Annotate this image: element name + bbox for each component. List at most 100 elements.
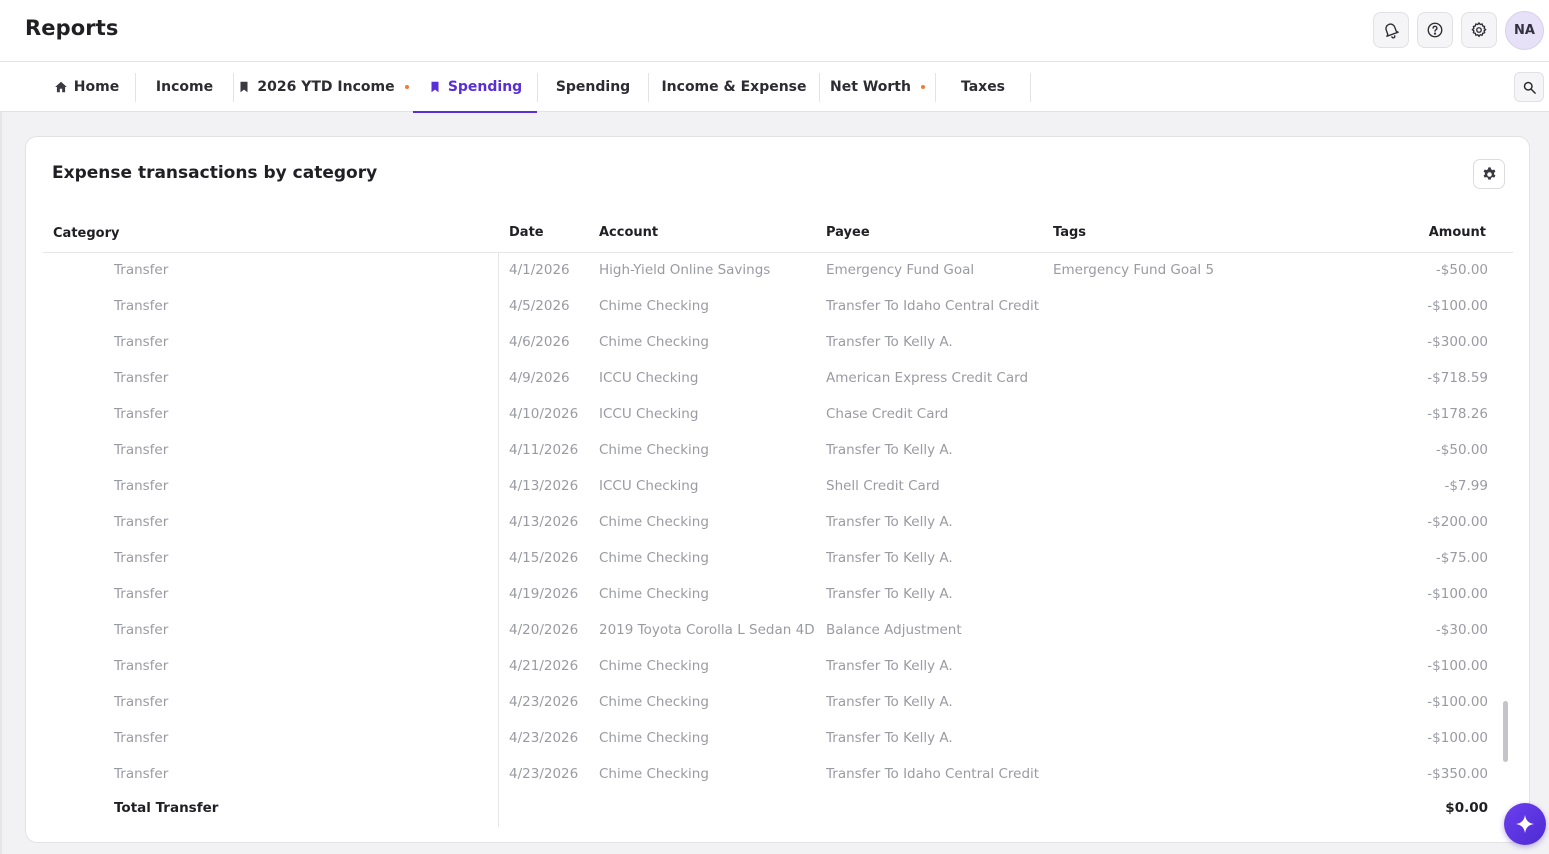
cell-amount: -$30.00 — [1435, 622, 1488, 638]
cell-account: Chime Checking — [599, 658, 709, 674]
cell-category: Transfer — [114, 730, 169, 746]
cell-account: Chime Checking — [599, 442, 709, 458]
report-tabs: Home Income 2026 YTD Income Spending Spe… — [0, 62, 1549, 113]
cell-category: Transfer — [114, 514, 169, 530]
column-header-amount[interactable]: Amount — [1429, 225, 1486, 240]
cell-payee: Transfer To Kelly A. — [826, 658, 953, 674]
table-row[interactable]: Transfer 4/23/2026 Chime Checking Transfer … — [26, 685, 1529, 721]
table-scrollbar[interactable] — [1501, 253, 1511, 765]
total-row: Total Transfer $0.00 — [26, 797, 1529, 823]
cell-payee: Transfer To Kelly A. — [826, 442, 953, 458]
cell-payee: Transfer To Idaho Central Credit U — [826, 298, 1044, 314]
table-row[interactable]: Transfer 4/23/2026 Chime Checking Transfer … — [26, 721, 1529, 757]
assistant-button[interactable] — [1504, 803, 1546, 845]
user-avatar[interactable]: NA — [1505, 11, 1544, 50]
tab-spending-saved[interactable]: Spending — [413, 62, 537, 113]
cell-date: 4/19/2026 — [509, 586, 579, 602]
cell-payee: American Express Credit Card — [826, 370, 1029, 386]
table-row[interactable]: Transfer 4/23/2026 Chime Checking Transfer … — [26, 757, 1529, 793]
unsaved-dot — [920, 85, 925, 89]
help-button[interactable] — [1417, 12, 1453, 48]
table-row[interactable]: Transfer 4/6/2026 Chime Checking Transfer T… — [26, 325, 1529, 361]
cell-category: Transfer — [114, 478, 169, 494]
cell-amount: -$178.26 — [1427, 406, 1488, 422]
sparkle-icon — [1515, 814, 1535, 834]
tab-label: Spending — [447, 79, 523, 95]
cell-date: 4/1/2026 — [509, 262, 570, 278]
cell-category: Transfer — [114, 442, 169, 458]
card-title: Expense transactions by category — [52, 163, 378, 183]
cell-payee: Transfer To Kelly A. — [826, 586, 953, 602]
cell-payee: Emergency Fund Goal — [826, 262, 975, 278]
cell-category: Transfer — [114, 550, 169, 566]
table-row[interactable]: Transfer 4/11/2026 Chime Checking Transfer … — [26, 433, 1529, 469]
table-row[interactable]: Transfer 4/13/2026 Chime Checking Transfer … — [26, 505, 1529, 541]
tab-income-expense[interactable]: Income & Expense — [649, 62, 819, 112]
settings-button[interactable] — [1461, 12, 1497, 48]
tab-taxes[interactable]: Taxes — [936, 62, 1030, 112]
cell-amount: -$50.00 — [1435, 442, 1488, 458]
column-header-tags[interactable]: Tags — [1053, 225, 1086, 240]
cell-payee: Transfer To Kelly A. — [826, 730, 953, 746]
table-row[interactable]: Transfer 4/1/2026 High-Yield Online Saving… — [26, 253, 1529, 289]
total-label: Total Transfer — [114, 800, 219, 816]
tab-net-worth[interactable]: Net Worth — [820, 62, 935, 112]
cell-amount: -$718.59 — [1427, 370, 1488, 386]
tab-income[interactable]: Income — [136, 62, 233, 112]
cell-amount: -$200.00 — [1427, 514, 1488, 530]
table-row[interactable]: Transfer 4/9/2026 ICCU Checking American Ex… — [26, 361, 1529, 397]
cell-account: Chime Checking — [599, 298, 709, 314]
cell-amount: -$100.00 — [1427, 586, 1488, 602]
table-row[interactable]: Transfer 4/10/2026 ICCU Checking Chase Cred… — [26, 397, 1529, 433]
cell-amount: -$7.99 — [1444, 478, 1488, 494]
cell-date: 4/5/2026 — [509, 298, 570, 314]
cell-category: Transfer — [114, 622, 169, 638]
column-header-account[interactable]: Account — [599, 225, 658, 240]
table-scrollbar-thumb[interactable] — [1503, 701, 1508, 762]
cell-date: 4/13/2026 — [509, 514, 579, 530]
cell-category: Transfer — [114, 406, 169, 422]
cell-account: Chime Checking — [599, 334, 709, 350]
tab-home[interactable]: Home — [38, 62, 135, 112]
table-row[interactable]: Transfer 4/5/2026 Chime Checking Transfer T… — [26, 289, 1529, 325]
page-title: Reports — [25, 16, 119, 40]
total-amount: $0.00 — [1445, 800, 1488, 816]
search-tabs-button[interactable] — [1514, 72, 1544, 102]
cell-date: 4/6/2026 — [509, 334, 570, 350]
cell-payee: Transfer To Kelly A. — [826, 550, 953, 566]
tab-spending[interactable]: Spending — [538, 62, 648, 112]
tab-label: 2026 YTD Income — [257, 79, 395, 95]
cell-account: ICCU Checking — [599, 370, 699, 386]
cell-date: 4/20/2026 — [509, 622, 579, 638]
cell-date: 4/23/2026 — [509, 766, 579, 782]
column-header-payee[interactable]: Payee — [826, 225, 870, 240]
column-header-category[interactable]: Category — [53, 226, 119, 241]
cell-amount: -$75.00 — [1435, 550, 1488, 566]
notifications-button[interactable] — [1373, 12, 1409, 48]
table-row[interactable]: Transfer 4/13/2026 ICCU Checking Shell Cred… — [26, 469, 1529, 505]
cell-category: Transfer — [114, 658, 169, 674]
cell-payee: Chase Credit Card — [826, 406, 949, 422]
cell-payee: Shell Credit Card — [826, 478, 940, 494]
cell-account: ICCU Checking — [599, 478, 699, 494]
tab-2026-ytd-income[interactable]: 2026 YTD Income — [234, 62, 412, 112]
table-row[interactable]: Transfer 4/15/2026 Chime Checking Transfer … — [26, 541, 1529, 577]
table-row[interactable]: Transfer 4/21/2026 Chime Checking Transfer … — [26, 649, 1529, 685]
cell-account: High-Yield Online Savings — [599, 262, 771, 278]
cell-date: 4/21/2026 — [509, 658, 579, 674]
cell-date: 4/10/2026 — [509, 406, 579, 422]
cell-date: 4/13/2026 — [509, 478, 579, 494]
cell-account: Chime Checking — [599, 766, 709, 782]
cell-payee: Transfer To Idaho Central Credit U — [826, 766, 1044, 782]
cell-payee: Balance Adjustment — [826, 622, 962, 638]
cell-category: Transfer — [114, 298, 169, 314]
bookmark-icon — [240, 81, 248, 93]
cell-category: Transfer — [114, 586, 169, 602]
table-row[interactable]: Transfer 4/19/2026 Chime Checking Transfer … — [26, 577, 1529, 613]
gear-icon — [1471, 22, 1487, 38]
column-header-date[interactable]: Date — [509, 225, 544, 240]
table-row[interactable]: Transfer 4/20/2026 2019 Toyota Corolla L S… — [26, 613, 1529, 649]
report-settings-button[interactable] — [1473, 159, 1505, 189]
search-icon — [1523, 81, 1536, 94]
cell-payee: Transfer To Kelly A. — [826, 334, 953, 350]
